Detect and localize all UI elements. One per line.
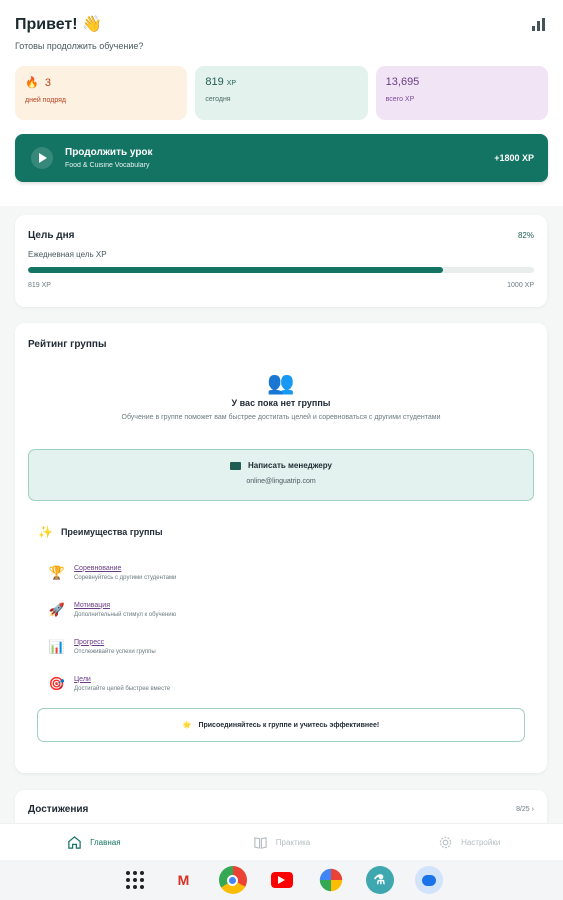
list-item: 🎯 Цели Достигайте целей быстрее вместе [44, 665, 534, 702]
stats-chart-icon[interactable] [530, 15, 548, 33]
group-rating-card: Рейтинг группы 👥 У вас пока нет группы О… [15, 323, 547, 773]
streak-label: дней подряд [25, 97, 67, 104]
rocket-icon: 🚀 [48, 601, 66, 617]
streak-value: 3 [44, 77, 51, 89]
advantage-description: Соревнуйтесь с другими студентами [74, 574, 177, 581]
list-item: 🚀 Мотивация Дополнительный стимул к обуче… [44, 591, 534, 628]
advantage-description: Достигайте целей быстрее вместе [74, 685, 171, 692]
continue-lesson-button[interactable]: Продолжить урок Food & Cuisine Vocabular… [15, 134, 548, 182]
nav-item-settings[interactable]: Настройки [375, 824, 563, 860]
continue-lesson-title: Продолжить урок [65, 147, 153, 158]
system-dock: M ⚗ [0, 860, 563, 900]
advantage-description: Отслеживайте успехи группы [74, 648, 156, 655]
streak-card: 🔥 3 дней подряд [15, 66, 188, 120]
bar-chart-icon: 📊 [48, 638, 66, 654]
photos-icon[interactable] [319, 868, 342, 892]
sparkles-icon: ✨ [38, 525, 53, 539]
advantages-title: Преимущества группы [60, 527, 163, 537]
target-icon: 🎯 [48, 675, 66, 691]
fire-icon: 🔥 [25, 77, 39, 89]
today-xp-card: 819 XP сегодня [195, 66, 368, 120]
star-icon: 🌟 [182, 722, 192, 729]
total-xp-value: 13,695 [385, 76, 420, 88]
bottom-nav: Главная Практика Настройки [0, 823, 563, 860]
empty-group-description: Обучение в группе поможет вам быстрее до… [121, 414, 441, 421]
daily-goal-target: 1000 XP [507, 282, 534, 289]
daily-goal-card: Цель дня 82% Ежедневная цель XP 819 XP 1… [15, 215, 547, 307]
today-xp-label: сегодня [205, 96, 231, 103]
daily-goal-progress-bar [28, 267, 534, 273]
nav-settings-label: Настройки [461, 837, 501, 847]
advantage-name: Цели [74, 675, 91, 683]
gmail-icon[interactable]: M [170, 866, 198, 894]
mail-icon [229, 461, 241, 470]
list-item: 📊 Прогресс Отслеживайте успехи группы [44, 628, 534, 665]
join-group-button[interactable]: 🌟 Присоединяйтесь к группе и учитесь эфф… [37, 708, 525, 742]
nav-home-label: Главная [90, 837, 121, 847]
achievements-title: Достижения [28, 804, 89, 815]
book-icon [254, 836, 267, 849]
manager-email: online@linguatrip.com [246, 478, 316, 485]
daily-goal-current: 819 XP [28, 282, 51, 289]
home-icon [68, 835, 81, 849]
chrome-icon[interactable] [218, 866, 247, 894]
empty-group-state: 👥 У вас пока нет группы Обучение в групп… [28, 370, 534, 421]
chevron-right-icon: › [531, 806, 534, 813]
today-xp-unit: XP [226, 80, 237, 87]
trophy-icon: 🏆 [48, 564, 66, 580]
daily-goal-progress-fill [28, 267, 443, 273]
assistant-icon[interactable]: ⚗ [365, 866, 394, 894]
advantages-list: 🏆 Соревнование Соревнуйтесь с другими сту… [44, 554, 534, 702]
advantage-description: Дополнительный стимул к обучению [74, 611, 177, 618]
messages-icon[interactable] [414, 866, 443, 894]
people-icon: 👥 [267, 370, 295, 395]
empty-group-title: У вас пока нет группы [231, 398, 331, 408]
total-xp-card: 13,695 всего XP [375, 66, 548, 120]
youtube-icon[interactable] [268, 866, 296, 894]
advantage-name: Мотивация [74, 601, 111, 609]
group-rating-title: Рейтинг группы [28, 339, 107, 350]
daily-goal-label: Ежедневная цель XP [28, 250, 107, 259]
contact-manager-button[interactable]: Написать менеджеру online@linguatrip.com [28, 449, 534, 501]
nav-item-practice[interactable]: Практика [188, 824, 376, 860]
total-xp-label: всего XP [385, 96, 415, 103]
continue-lesson-subtitle: Food & Cuisine Vocabulary [65, 162, 150, 169]
daily-goal-percent: 82% [517, 231, 534, 240]
stats-row: 🔥 3 дней подряд 819 XP сегодня 13,695 вс… [15, 66, 548, 120]
header-section: Привет! 👋 Готовы продолжить обучение? 🔥 … [0, 0, 563, 206]
page-title: Привет! 👋 [15, 16, 102, 33]
advantage-name: Соревнование [74, 564, 122, 572]
app-drawer-icon[interactable] [121, 866, 149, 894]
play-icon [31, 147, 53, 169]
contact-manager-label: Написать менеджеру [247, 461, 332, 470]
list-item: 🏆 Соревнование Соревнуйтесь с другими сту… [44, 554, 534, 591]
daily-goal-title: Цель дня [28, 230, 75, 241]
achievements-count: 8/25 [516, 806, 530, 813]
nav-item-home[interactable]: Главная [0, 824, 188, 860]
page-subtitle: Готовы продолжить обучение? [15, 41, 144, 51]
advantage-name: Прогресс [74, 638, 105, 646]
nav-practice-label: Практика [275, 837, 311, 847]
gear-icon [439, 836, 452, 848]
join-group-label: Присоединяйтесь к группе и учитесь эффек… [198, 721, 380, 729]
today-xp-value: 819 [205, 76, 224, 88]
lesson-xp-reward: +1800 XP [494, 153, 534, 163]
